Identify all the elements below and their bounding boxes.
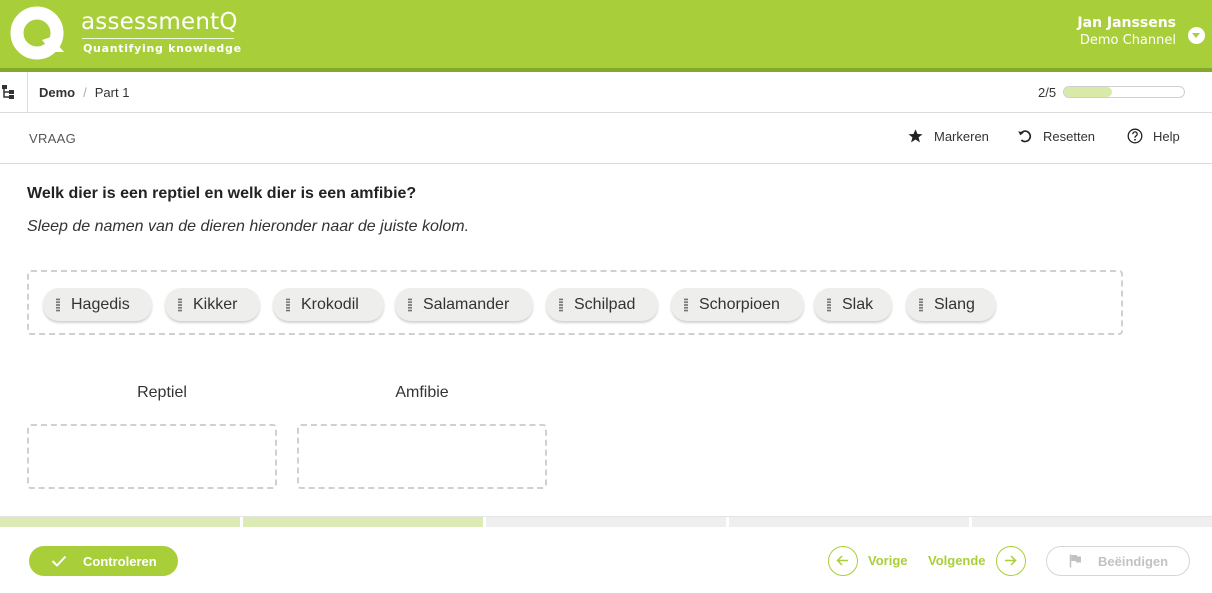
breadcrumb-item-demo[interactable]: Demo	[39, 85, 75, 100]
arrow-right-icon	[1005, 555, 1017, 566]
user-channel: Demo Channel	[1079, 33, 1176, 48]
finish-button[interactable]: Beëindigen	[1046, 546, 1190, 576]
question-segment[interactable]	[486, 517, 726, 527]
dropzone-amfibie[interactable]	[297, 424, 547, 489]
reset-label: Resetten	[1043, 128, 1096, 144]
prev-label[interactable]: Vorige	[868, 553, 908, 568]
column-label-amfibie: Amfibie	[395, 384, 449, 401]
question-segments	[0, 516, 1212, 527]
drag-option-salamander[interactable]: Salamander	[395, 288, 533, 321]
prev-button[interactable]	[828, 546, 858, 576]
arrow-left-icon	[836, 555, 848, 566]
drag-option-slang[interactable]: Slang	[906, 288, 996, 321]
drag-option-schilpad[interactable]: Schilpad	[546, 288, 658, 321]
progress-bar-fill	[1064, 87, 1112, 97]
brand-tagline: Quantifying knowledge	[83, 42, 242, 55]
drag-handle-icon	[408, 297, 412, 312]
check-label: Controleren	[83, 553, 157, 569]
progress-label: 2/5	[1038, 85, 1057, 100]
question-segment[interactable]	[729, 517, 969, 527]
drag-option-label: Hagedis	[71, 295, 130, 313]
drag-option-label: Kikker	[193, 295, 238, 313]
drag-option-hagedis[interactable]: Hagedis	[43, 288, 152, 321]
drag-option-slak[interactable]: Slak	[814, 288, 892, 321]
drag-handle-icon	[827, 297, 831, 312]
next-button[interactable]	[996, 546, 1026, 576]
drag-option-schorpioen[interactable]: Schorpioen	[671, 288, 804, 321]
drag-handle-icon	[919, 297, 923, 312]
help-circle-icon	[1127, 128, 1143, 144]
drag-option-label: Schilpad	[574, 295, 636, 313]
mark-button[interactable]: Markeren	[907, 128, 989, 144]
app-header: assessmentQ Quantifying knowledge Jan Ja…	[0, 0, 1212, 68]
drag-option-kikker[interactable]: Kikker	[165, 288, 260, 321]
chevron-down-icon[interactable]	[1188, 27, 1205, 44]
q-logo-icon	[10, 6, 64, 60]
drag-option-label: Krokodil	[301, 295, 359, 313]
breadcrumb: Demo / Part 1	[39, 85, 129, 100]
mark-label: Markeren	[934, 128, 989, 144]
checkmark-icon	[51, 555, 67, 567]
brand-name: assessmentQ	[81, 9, 238, 35]
drag-option-label: Slang	[934, 295, 975, 313]
question-instruction: Sleep de namen van de dieren hieronder n…	[27, 218, 470, 235]
star-icon	[908, 129, 923, 143]
drag-option-label: Slak	[842, 295, 874, 313]
help-button[interactable]: Help	[1127, 128, 1180, 144]
reset-button[interactable]: Resetten	[1017, 128, 1095, 144]
drag-handle-icon	[178, 297, 182, 312]
drag-handle-icon	[684, 297, 688, 312]
next-label[interactable]: Volgende	[928, 553, 986, 568]
question-toolbar: VRAAG Markeren Resetten Help	[0, 113, 1212, 164]
breadcrumb-bar: Demo / Part 1 2/5	[0, 72, 1212, 113]
drag-option-krokodil[interactable]: Krokodil	[273, 288, 384, 321]
check-button[interactable]: Controleren	[29, 546, 178, 576]
dropzone-reptiel[interactable]	[27, 424, 277, 489]
breadcrumb-item-part: Part 1	[94, 85, 130, 100]
question-segment[interactable]	[243, 517, 483, 527]
drag-handle-icon	[286, 297, 290, 312]
column-label-reptiel: Reptiel	[137, 384, 187, 401]
answer-pool[interactable]: Hagedis Kikker Krokodil Salamander Schil…	[27, 270, 1123, 335]
user-name: Jan Janssens	[1077, 15, 1176, 31]
question-title: Welk dier is een reptiel en welk dier is…	[27, 185, 417, 202]
reset-icon	[1018, 130, 1032, 143]
drag-option-label: Schorpioen	[699, 295, 780, 313]
finish-label: Beëindigen	[1098, 553, 1169, 569]
question-segment[interactable]	[0, 517, 240, 527]
question-segment[interactable]	[972, 517, 1212, 527]
breadcrumb-separator: /	[83, 85, 87, 100]
help-label: Help	[1153, 128, 1180, 144]
flag-icon	[1069, 554, 1081, 568]
user-info[interactable]: Jan Janssens Demo Channel	[1077, 15, 1176, 49]
tree-toggle-button[interactable]	[0, 72, 28, 112]
progress-bar	[1063, 86, 1185, 98]
drag-handle-icon	[559, 297, 563, 312]
section-label: VRAAG	[29, 131, 77, 146]
tree-icon	[2, 85, 14, 99]
drag-handle-icon	[56, 297, 60, 312]
drag-option-label: Salamander	[423, 295, 510, 313]
brand-divider	[82, 38, 234, 39]
